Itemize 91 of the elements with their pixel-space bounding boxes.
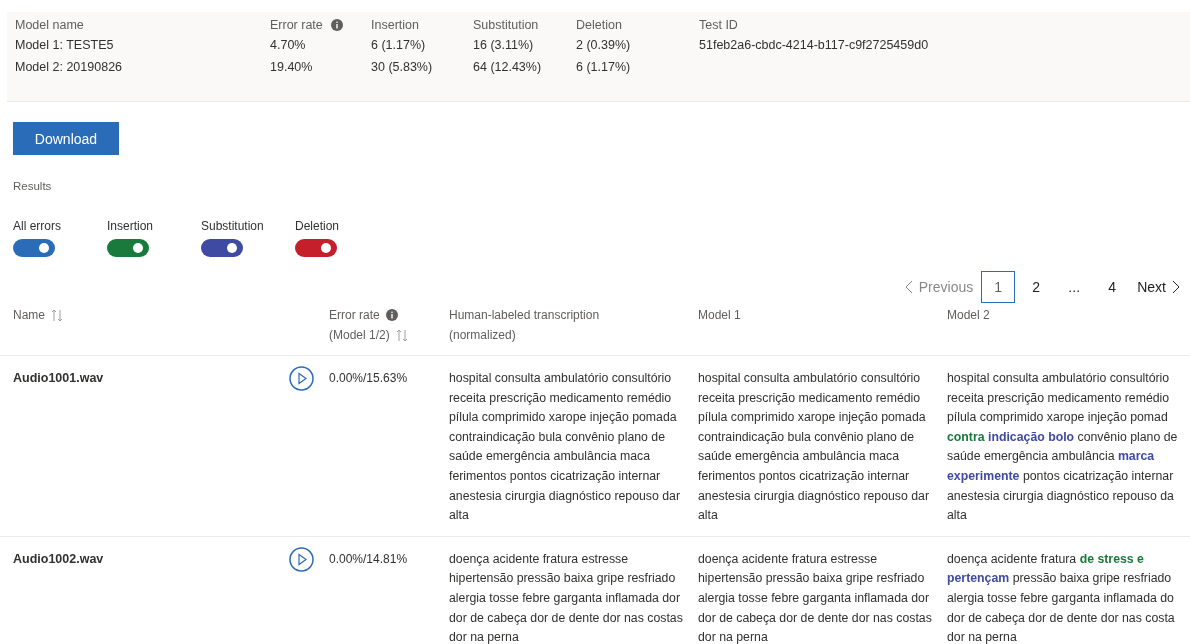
- next-button[interactable]: Next: [1133, 279, 1184, 295]
- column-header[interactable]: Name: [13, 305, 45, 325]
- transcription-line: saúde emergência ambulância maca: [449, 448, 651, 466]
- summary-value: 19.40%: [270, 60, 313, 74]
- transcription-line: alta: [698, 507, 719, 525]
- column-header: Model 2: [947, 307, 990, 324]
- summary-value: 51feb2a6-cbdc-4214-b117-c9f2725459d0: [699, 38, 929, 52]
- page-button[interactable]: 1: [981, 271, 1016, 303]
- transcription-line: dor de cabeça dor de dente dor nas costas: [698, 609, 933, 627]
- transcription-line: anestesia cirurgia diagnóstico repouso da: [947, 487, 1175, 505]
- column-header: Test ID: [699, 18, 738, 32]
- column-header: Deletion: [576, 18, 622, 32]
- toggle-label: Substitution: [201, 219, 265, 233]
- summary-value: 30 (5.83%): [371, 60, 433, 74]
- transcription-line: hipertensão pressão baixa gripe resfriado: [698, 570, 926, 588]
- transcription-line: dor na perna: [698, 629, 769, 644]
- chevron-right-icon: [1172, 280, 1180, 294]
- transcription-line: experimente pontos cicatrização internar: [947, 467, 1175, 485]
- transcription-line: dor de cabeça dor de dente dor nas costas: [449, 609, 684, 627]
- error-rate: 0.00%/15.63%: [329, 370, 409, 387]
- info-icon[interactable]: [385, 309, 398, 321]
- transcription-line: saúde emergência ambulância marca: [947, 448, 1156, 466]
- transcription-line: dor na perna: [449, 629, 520, 644]
- play-icon[interactable]: [289, 366, 314, 391]
- column-header: Model 1: [698, 307, 741, 324]
- transcription-line: alergia tosse febre garganta inflamada do: [947, 589, 1175, 607]
- sort-icon[interactable]: [395, 328, 408, 342]
- column-header: Model name: [15, 18, 84, 32]
- results-label: Results: [13, 180, 53, 192]
- transcription-line: doença acidente fratura estresse: [449, 550, 630, 568]
- sort-icon[interactable]: [51, 308, 63, 322]
- page-button[interactable]: ...: [1057, 271, 1092, 303]
- transcription-line: hospital consulta ambulatório consultório: [698, 370, 922, 387]
- file-name: Audio1002.wav: [13, 550, 105, 568]
- column-header: (normalized): [449, 327, 517, 344]
- transcription-line: ferimentos pontos cicatrização internar: [698, 467, 911, 485]
- toggle-switch[interactable]: [13, 239, 55, 257]
- transcription-line: pílula comprimido xarope injeção pomada: [449, 409, 678, 427]
- column-header: Error rate: [270, 18, 323, 32]
- toggle-switch[interactable]: [107, 239, 149, 257]
- summary-value: 4.70%: [270, 38, 306, 52]
- transcription-line: hospital consulta ambulatório consultório: [449, 370, 673, 387]
- error-rate: 0.00%/14.81%: [329, 550, 409, 568]
- column-subheader: (Model 1/2): [329, 327, 390, 344]
- download-button[interactable]: Download: [13, 122, 119, 155]
- toggle-switch[interactable]: [295, 239, 337, 257]
- toggle-label: All errors: [13, 219, 62, 233]
- transcription-line: receita prescrição medicamento remédio: [449, 389, 673, 407]
- play-icon[interactable]: [289, 546, 314, 572]
- transcription-line: alta: [947, 507, 968, 525]
- transcription-line: hospital consulta ambulatório consultório: [947, 370, 1171, 387]
- summary-value: 6 (1.17%): [576, 60, 631, 74]
- column-header: Insertion: [371, 18, 419, 32]
- transcription-line: alergia tosse febre garganta inflamada dor: [449, 589, 682, 607]
- page-button[interactable]: 4: [1095, 271, 1130, 303]
- column-header[interactable]: Error rate: [329, 305, 380, 325]
- transcription-line: doença acidente fratura de stress e: [947, 550, 1145, 568]
- transcription-line: receita prescrição medicamento remédio: [947, 389, 1171, 407]
- transcription-line: receita prescrição medicamento remédio: [698, 389, 922, 407]
- toggle-switch[interactable]: [201, 239, 243, 257]
- summary-value: 2 (0.39%): [576, 38, 631, 52]
- chevron-left-icon: [904, 280, 913, 294]
- summary-value: 16 (3.11%): [473, 38, 534, 52]
- transcription-line: pertençam pressão baixa gripe resfriado: [947, 570, 1173, 588]
- transcription-line: doença acidente fratura estresse: [698, 550, 879, 568]
- transcription-line: dor na perna: [947, 629, 1018, 644]
- toggle-label: Deletion: [295, 219, 341, 233]
- transcription-line: pílula comprimido xarope injeção pomada: [698, 409, 927, 427]
- transcription-line: hipertensão pressão baixa gripe resfriado: [449, 570, 677, 588]
- transcription-line: saúde emergência ambulância maca: [698, 448, 900, 466]
- summary-value: Model 1: TESTE5: [15, 38, 114, 52]
- transcription-line: pílula comprimido xarope injeção pomad: [947, 409, 1169, 427]
- toggle-label: Insertion: [107, 219, 155, 233]
- transcription-line: alta: [449, 507, 470, 525]
- transcription-line: dor de cabeça dor de dente dor nas costa: [947, 609, 1176, 627]
- previous-button[interactable]: Previous: [900, 279, 978, 295]
- info-icon[interactable]: [330, 19, 343, 31]
- transcription-line: contra indicação bolo convênio plano de: [947, 428, 1179, 446]
- column-header: Substitution: [473, 18, 539, 32]
- summary-value: 6 (1.17%): [371, 38, 426, 52]
- column-header: Human-labeled transcription: [449, 307, 601, 324]
- page-button[interactable]: 2: [1019, 271, 1054, 303]
- transcription-line: anestesia cirurgia diagnóstico repouso dar: [698, 487, 931, 505]
- transcription-line: anestesia cirurgia diagnóstico repouso dar: [449, 487, 682, 505]
- summary-value: Model 2: 20190826: [15, 60, 123, 74]
- transcription-line: alergia tosse febre garganta inflamada dor: [698, 589, 931, 607]
- file-name: Audio1001.wav: [13, 370, 105, 387]
- transcription-line: contraindicação bula convênio plano de: [449, 428, 667, 446]
- transcription-line: ferimentos pontos cicatrização internar: [449, 467, 662, 485]
- summary-value: 64 (12.43%): [473, 60, 542, 74]
- transcription-line: contraindicação bula convênio plano de: [698, 428, 916, 446]
